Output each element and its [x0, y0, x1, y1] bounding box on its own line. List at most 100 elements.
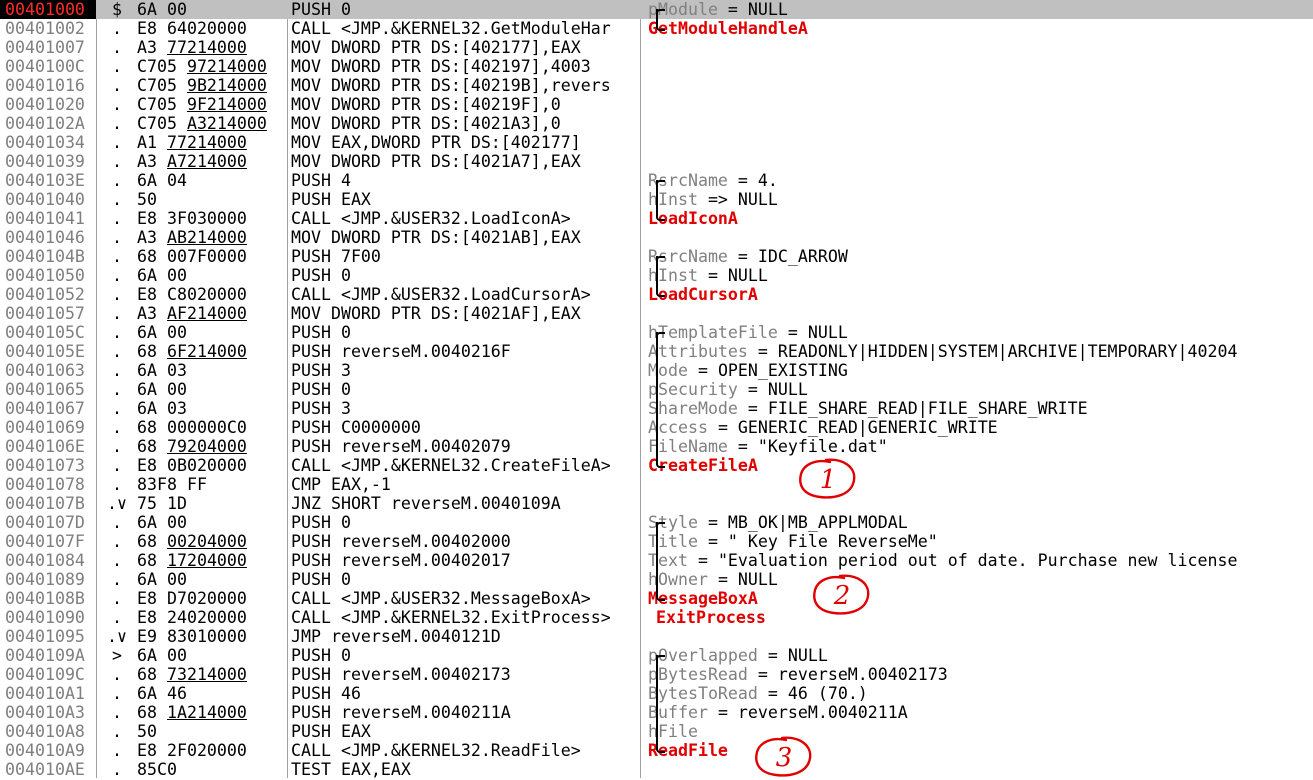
comment-cell[interactable]: RsrcName = IDC_ARROW [648, 247, 1313, 266]
disassembly-cell[interactable]: PUSH reverseM.00402173 [291, 665, 640, 684]
comment-cell[interactable]: hInst = NULL [648, 266, 1313, 285]
address-cell[interactable]: 004010A8 [0, 722, 96, 741]
disassembly-cell[interactable]: MOV DWORD PTR DS:[4021AF],EAX [291, 304, 640, 323]
code-row[interactable]: 00401016. C705 9B214000 MOV DWORD PTR DS:[… [0, 76, 1313, 95]
disassembly-cell[interactable]: PUSH EAX [291, 722, 640, 741]
comment-cell[interactable] [648, 627, 1313, 646]
code-row[interactable]: 00401007. A3 77214000 MOV DWORD PTR DS:[40… [0, 38, 1313, 57]
comment-cell[interactable]: ShareMode = FILE_SHARE_READ|FILE_SHARE_W… [648, 399, 1313, 418]
disassembly-cell[interactable]: MOV EAX,DWORD PTR DS:[402177] [291, 133, 640, 152]
hex-dump-cell[interactable]: E8 D7020000 [137, 589, 287, 608]
hex-dump-cell[interactable]: 50 [137, 190, 287, 209]
code-row[interactable]: 00401020. C705 9F214000 MOV DWORD PTR DS:[… [0, 95, 1313, 114]
hex-dump-cell[interactable]: A3 AB214000 [137, 228, 287, 247]
comment-cell[interactable]: Text = "Evaluation period out of date. P… [648, 551, 1313, 570]
address-cell[interactable]: 00401090 [0, 608, 96, 627]
address-cell[interactable]: 0040107B [0, 494, 96, 513]
comment-cell[interactable]: Style = MB_OK|MB_APPLMODAL [648, 513, 1313, 532]
comment-cell[interactable]: CreateFileA [648, 456, 1313, 475]
code-row[interactable]: 0040102A. C705 A3214000 MOV DWORD PTR DS:[… [0, 114, 1313, 133]
disassembly-cell[interactable]: PUSH 0 [291, 0, 640, 19]
hex-dump-cell[interactable]: 6A 00 [137, 266, 287, 285]
disassembly-cell[interactable]: CALL <JMP.&KERNEL32.ReadFile> [291, 741, 640, 760]
address-cell[interactable]: 0040100C [0, 57, 96, 76]
code-row[interactable]: 0040100C. C705 97214000 MOV DWORD PTR DS:[… [0, 57, 1313, 76]
hex-dump-cell[interactable]: 68 00204000 [137, 532, 287, 551]
disassembly-cell[interactable]: JNZ SHORT reverseM.0040109A [291, 494, 640, 513]
hex-dump-cell[interactable]: E8 3F030000 [137, 209, 287, 228]
comment-cell[interactable]: pSecurity = NULL [648, 380, 1313, 399]
address-cell[interactable]: 00401039 [0, 152, 96, 171]
disassembly-cell[interactable]: PUSH 0 [291, 570, 640, 589]
disassembly-cell[interactable]: PUSH 0 [291, 646, 640, 665]
hex-dump-cell[interactable]: C705 9B214000 [137, 76, 287, 95]
comment-cell[interactable]: FileName = "Keyfile.dat" [648, 437, 1313, 456]
disassembly-cell[interactable]: CALL <JMP.&USER32.MessageBoxA> [291, 589, 640, 608]
comment-cell[interactable] [648, 760, 1313, 779]
disassembly-cell[interactable]: PUSH 4 [291, 171, 640, 190]
code-row[interactable]: 00401057. A3 AF214000 MOV DWORD PTR DS:[40… [0, 304, 1313, 323]
hex-dump-cell[interactable]: 6A 00 [137, 646, 287, 665]
comment-cell[interactable]: MessageBoxA [648, 589, 1313, 608]
comment-cell[interactable] [648, 57, 1313, 76]
hex-dump-cell[interactable]: 68 000000C0 [137, 418, 287, 437]
code-row[interactable]: 00401078. 83F8 FF CMP EAX,-1 [0, 475, 1313, 494]
hex-dump-cell[interactable]: 85C0 [137, 760, 287, 779]
address-cell[interactable]: 0040109A [0, 646, 96, 665]
disassembly-cell[interactable]: JMP reverseM.0040121D [291, 627, 640, 646]
address-cell[interactable]: 00401089 [0, 570, 96, 589]
hex-dump-cell[interactable]: A3 AF214000 [137, 304, 287, 323]
disassembly-cell[interactable]: CALL <JMP.&KERNEL32.GetModuleHar [291, 19, 640, 38]
hex-dump-cell[interactable]: 68 1A214000 [137, 703, 287, 722]
hex-dump-cell[interactable]: E8 2F020000 [137, 741, 287, 760]
address-cell[interactable]: 004010A1 [0, 684, 96, 703]
comment-cell[interactable]: hFile [648, 722, 1313, 741]
comment-cell[interactable]: Access = GENERIC_READ|GENERIC_WRITE [648, 418, 1313, 437]
disassembly-cell[interactable]: PUSH 0 [291, 513, 640, 532]
disassembly-cell[interactable]: CALL <JMP.&USER32.LoadCursorA> [291, 285, 640, 304]
hex-dump-cell[interactable]: E8 24020000 [137, 608, 287, 627]
hex-dump-cell[interactable]: 6A 00 [137, 0, 287, 19]
address-cell[interactable]: 00401000 [0, 0, 96, 19]
hex-dump-cell[interactable]: C705 97214000 [137, 57, 287, 76]
address-cell[interactable]: 00401016 [0, 76, 96, 95]
hex-dump-cell[interactable]: 6A 00 [137, 513, 287, 532]
hex-dump-cell[interactable]: 68 17204000 [137, 551, 287, 570]
hex-dump-cell[interactable]: E8 64020000 [137, 19, 287, 38]
comment-cell[interactable] [648, 494, 1313, 513]
code-row[interactable]: 00401039. A3 A7214000 MOV DWORD PTR DS:[40… [0, 152, 1313, 171]
disassembly-cell[interactable]: PUSH 3 [291, 361, 640, 380]
comment-cell[interactable]: hOwner = NULL [648, 570, 1313, 589]
comment-cell[interactable]: hInst => NULL [648, 190, 1313, 209]
disassembly-cell[interactable]: MOV DWORD PTR DS:[402177],EAX [291, 38, 640, 57]
comment-cell[interactable] [648, 475, 1313, 494]
comment-cell[interactable]: GetModuleHandleA [648, 19, 1313, 38]
address-cell[interactable]: 0040106E [0, 437, 96, 456]
disassembly-cell[interactable]: PUSH C0000000 [291, 418, 640, 437]
hex-dump-cell[interactable]: 6A 03 [137, 361, 287, 380]
disassembly-cell[interactable]: PUSH 3 [291, 399, 640, 418]
comment-cell[interactable]: Buffer = reverseM.0040211A [648, 703, 1313, 722]
disassembly-listing[interactable]: 00401000 $6A 00 PUSH 0 pModule = NULL 004010… [0, 0, 1313, 779]
disassembly-cell[interactable]: PUSH 46 [291, 684, 640, 703]
hex-dump-cell[interactable]: 6A 04 [137, 171, 287, 190]
hex-dump-cell[interactable]: A3 77214000 [137, 38, 287, 57]
code-row[interactable]: 00401090. E8 24020000 CALL <JMP.&KERNEL32.… [0, 608, 1313, 627]
disassembly-cell[interactable]: PUSH reverseM.00402079 [291, 437, 640, 456]
comment-cell[interactable]: pModule = NULL [648, 0, 1313, 19]
comment-cell[interactable]: Attributes = READONLY|HIDDEN|SYSTEM|ARCH… [648, 342, 1313, 361]
code-row[interactable]: 0040107B .∨ 75 1D JNZ SHORT reverseM.004010… [0, 494, 1313, 513]
code-row[interactable]: 00401046. A3 AB214000 MOV DWORD PTR DS:[40… [0, 228, 1313, 247]
disassembly-cell[interactable]: PUSH 7F00 [291, 247, 640, 266]
address-cell[interactable]: 00401067 [0, 399, 96, 418]
hex-dump-cell[interactable]: 6A 00 [137, 570, 287, 589]
comment-cell[interactable] [648, 133, 1313, 152]
address-cell[interactable]: 0040107D [0, 513, 96, 532]
comment-cell[interactable] [648, 38, 1313, 57]
address-cell[interactable]: 004010AE [0, 760, 96, 779]
comment-cell[interactable]: ReadFile [648, 741, 1313, 760]
disassembly-cell[interactable]: PUSH 0 [291, 380, 640, 399]
disassembly-cell[interactable]: PUSH reverseM.0040211A [291, 703, 640, 722]
comment-cell[interactable]: pBytesRead = reverseM.00402173 [648, 665, 1313, 684]
address-cell[interactable]: 00401084 [0, 551, 96, 570]
